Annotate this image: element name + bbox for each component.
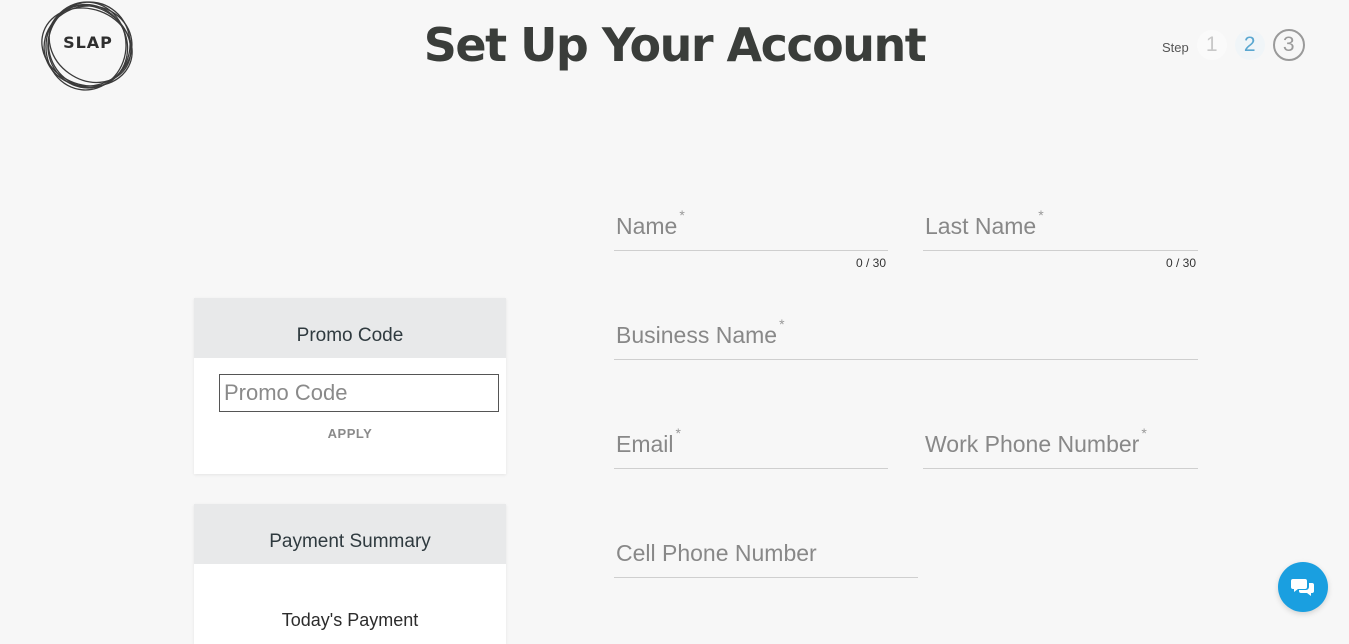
cell-phone-field[interactable]: Cell Phone Number: [614, 529, 918, 578]
required-marker: *: [779, 316, 785, 332]
promo-card-title: Promo Code: [194, 298, 506, 358]
required-marker: *: [675, 425, 681, 441]
last-name-char-counter: 0 / 30: [1165, 256, 1196, 270]
email-label: Email *: [616, 425, 681, 457]
business-name-label: Business Name *: [616, 316, 785, 348]
summary-card-title: Payment Summary: [194, 504, 506, 564]
last-name-field[interactable]: Last Name * 0 / 30: [923, 202, 1198, 270]
promo-code-card: Promo Code APPLY: [194, 298, 506, 474]
name-char-counter: 0 / 30: [855, 256, 886, 270]
last-name-label: Last Name *: [925, 207, 1044, 239]
step-1[interactable]: 1: [1196, 30, 1227, 60]
required-marker: *: [679, 207, 685, 223]
promo-code-input[interactable]: [219, 374, 499, 412]
step-label: Step: [1162, 39, 1189, 55]
chat-button[interactable]: [1278, 562, 1328, 612]
required-marker: *: [1141, 425, 1147, 441]
email-field[interactable]: Email *: [614, 420, 888, 469]
name-field[interactable]: Name * 0 / 30: [614, 202, 888, 270]
payment-summary-card: Payment Summary Today's Payment: [194, 504, 506, 644]
apply-button[interactable]: APPLY: [194, 426, 506, 441]
chat-bubbles-icon: [1291, 579, 1314, 596]
required-marker: *: [1038, 207, 1044, 223]
step-indicator: Step 1 2 3: [1162, 28, 1313, 62]
cell-phone-label: Cell Phone Number: [616, 540, 817, 566]
business-name-field[interactable]: Business Name *: [614, 311, 1198, 360]
name-label: Name *: [616, 207, 685, 239]
work-phone-label: Work Phone Number *: [925, 425, 1147, 457]
step-3-current[interactable]: 3: [1272, 29, 1305, 61]
todays-payment-label: Today's Payment: [281, 610, 419, 630]
page-title: Set Up Your Account: [423, 18, 927, 72]
work-phone-field[interactable]: Work Phone Number *: [923, 420, 1198, 469]
step-2[interactable]: 2: [1234, 30, 1265, 60]
